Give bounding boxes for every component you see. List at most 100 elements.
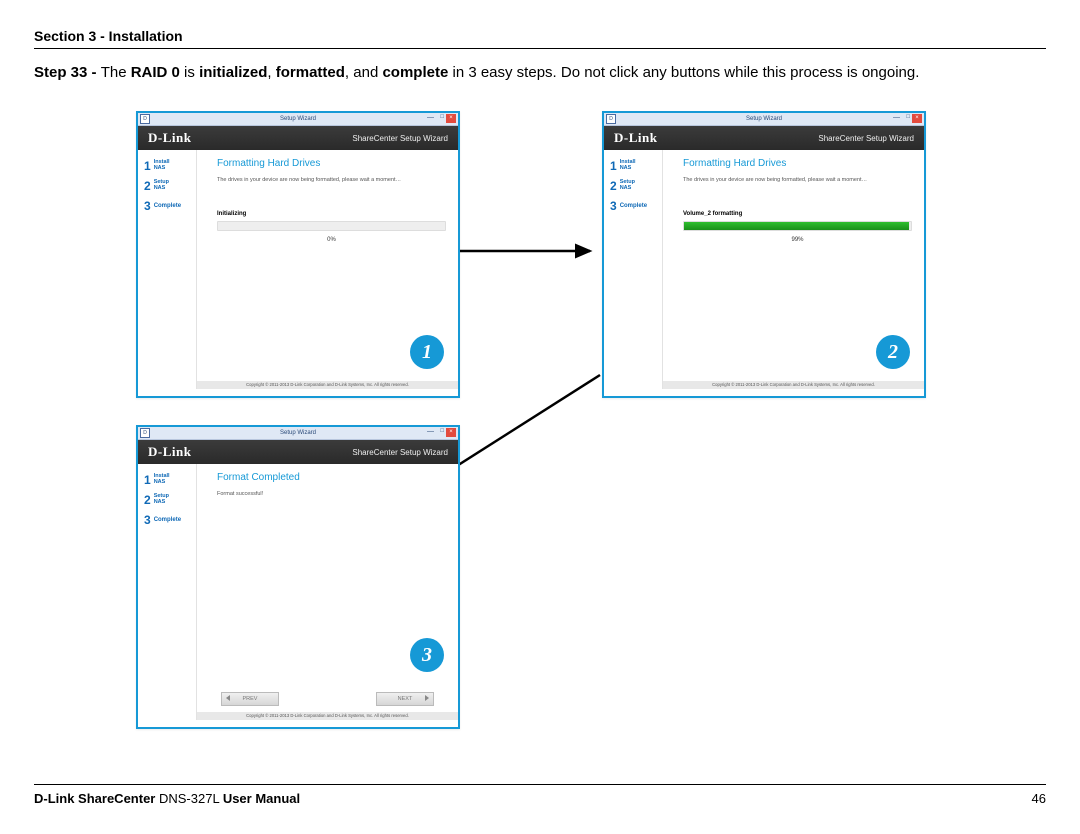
step-bold-4: complete xyxy=(382,64,448,81)
step-bold-1: RAID 0 xyxy=(131,64,180,81)
footer-product: D-Link ShareCenter DNS-327L User Manual xyxy=(34,791,300,806)
maximize-icon[interactable]: □ xyxy=(906,114,910,120)
wizard-screenshot-1: D Setup Wizard — □ × D-Link ShareCenter … xyxy=(136,111,460,398)
status-label: Volume_2 formatting xyxy=(683,211,912,217)
status-label: Initializing xyxy=(217,211,446,217)
wizard-panel: Formatting Hard Drives The drives in you… xyxy=(197,150,458,389)
wizard-panel: Formatting Hard Drives The drives in you… xyxy=(663,150,924,389)
window-titlebar: D Setup Wizard — □ × xyxy=(604,113,924,126)
step-text-2: is xyxy=(180,64,199,81)
sidebar-step-1: 1InstallNAS xyxy=(604,156,662,176)
step-num: 1 xyxy=(610,159,617,173)
step-bold-3: formatted xyxy=(276,64,345,81)
panel-subtext: Format successful! xyxy=(217,491,446,497)
minimize-icon[interactable]: — xyxy=(427,428,434,435)
sidebar-step-2: 2SetupNAS xyxy=(604,176,662,196)
step-text-4: , and xyxy=(345,64,383,81)
step-label-line2: NAS xyxy=(154,480,170,486)
arrow-right-icon xyxy=(425,695,429,701)
panel-subtext: The drives in your device are now being … xyxy=(683,177,912,183)
wizard-footer-copyright: Copyright © 2011-2013 D-Link Corporation… xyxy=(197,381,458,389)
page-footer: D-Link ShareCenter DNS-327L User Manual … xyxy=(34,782,1046,806)
step-num: 3 xyxy=(144,513,151,527)
brand-bar: D-Link ShareCenter Setup Wizard xyxy=(138,126,458,150)
panel-title: Format Completed xyxy=(217,472,446,483)
step-num: 1 xyxy=(144,473,151,487)
footer-product-bold2: User Manual xyxy=(223,791,300,806)
sidebar-step-3: 3Complete xyxy=(138,196,196,216)
footer-product-rest: DNS-327L xyxy=(155,791,222,806)
maximize-icon[interactable]: □ xyxy=(440,114,444,120)
wizard-title: ShareCenter Setup Wizard xyxy=(818,134,914,143)
sidebar-step-1: 1InstallNAS xyxy=(138,156,196,176)
wizard-footer-copyright: Copyright © 2011-2013 D-Link Corporation… xyxy=(197,712,458,720)
footer-product-bold1: D-Link ShareCenter xyxy=(34,791,155,806)
step-num: 2 xyxy=(610,179,617,193)
step-prefix: Step 33 - xyxy=(34,64,101,81)
progress-percent: 0% xyxy=(217,237,446,243)
wizard-steps-sidebar: 1InstallNAS 2SetupNAS 3Complete xyxy=(138,464,197,720)
window-titlebar: D Setup Wizard — □ × xyxy=(138,427,458,440)
sidebar-step-2: 2SetupNAS xyxy=(138,176,196,196)
wizard-footer-copyright: Copyright © 2011-2013 D-Link Corporation… xyxy=(663,381,924,389)
progress-percent: 99% xyxy=(683,237,912,243)
progress-bar xyxy=(217,221,446,231)
sidebar-step-1: 1InstallNAS xyxy=(138,470,196,490)
panel-title: Formatting Hard Drives xyxy=(217,158,446,169)
arrow-left-icon xyxy=(226,695,230,701)
arrow-1-to-2 xyxy=(458,241,600,261)
sidebar-step-2: 2SetupNAS xyxy=(138,490,196,510)
wizard-panel: Format Completed Format successful! 3 PR… xyxy=(197,464,458,720)
titlebar-text: Setup Wizard xyxy=(138,427,458,439)
maximize-icon[interactable]: □ xyxy=(440,428,444,434)
sidebar-step-3: 3Complete xyxy=(604,196,662,216)
minimize-icon[interactable]: — xyxy=(427,114,434,121)
wizard-title: ShareCenter Setup Wizard xyxy=(352,134,448,143)
step-num: 3 xyxy=(144,199,151,213)
step-label-line2: NAS xyxy=(154,186,169,192)
step-label-line1: Complete xyxy=(154,517,181,523)
step-num: 3 xyxy=(610,199,617,213)
step-num: 1 xyxy=(144,159,151,173)
wizard-title: ShareCenter Setup Wizard xyxy=(352,448,448,457)
footer-rule xyxy=(34,784,1046,785)
next-button[interactable]: NEXT xyxy=(376,692,434,706)
sidebar-step-3: 3Complete xyxy=(138,510,196,530)
step-badge: 3 xyxy=(410,638,444,672)
step-label-line1: Complete xyxy=(620,203,647,209)
step-label-line2: NAS xyxy=(620,166,636,172)
dlink-logo: D-Link xyxy=(148,130,191,146)
titlebar-text: Setup Wizard xyxy=(604,113,924,125)
close-icon[interactable]: × xyxy=(446,428,456,437)
close-icon[interactable]: × xyxy=(446,114,456,123)
wizard-steps-sidebar: 1InstallNAS 2SetupNAS 3Complete xyxy=(604,150,663,389)
step-label-line1: Complete xyxy=(154,203,181,209)
close-icon[interactable]: × xyxy=(912,114,922,123)
wizard-screenshot-3: D Setup Wizard — □ × D-Link ShareCenter … xyxy=(136,425,460,729)
progress-bar xyxy=(683,221,912,231)
page-number: 46 xyxy=(1032,791,1046,806)
step-text-1: The xyxy=(101,64,131,81)
dlink-logo: D-Link xyxy=(614,130,657,146)
section-header: Section 3 - Installation xyxy=(34,28,1046,44)
brand-bar: D-Link ShareCenter Setup Wizard xyxy=(138,440,458,464)
step-instruction: Step 33 - The RAID 0 is initialized, for… xyxy=(34,63,1046,83)
window-titlebar: D Setup Wizard — □ × xyxy=(138,113,458,126)
minimize-icon[interactable]: — xyxy=(893,114,900,121)
panel-title: Formatting Hard Drives xyxy=(683,158,912,169)
panel-subtext: The drives in your device are now being … xyxy=(217,177,446,183)
dlink-logo: D-Link xyxy=(148,444,191,460)
wizard-steps-sidebar: 1InstallNAS 2SetupNAS 3Complete xyxy=(138,150,197,389)
step-text-5: in 3 easy steps. Do not click any button… xyxy=(448,64,919,81)
step-text-3: , xyxy=(267,64,275,81)
step-bold-2: initialized xyxy=(199,64,267,81)
step-label-line2: NAS xyxy=(154,500,169,506)
step-label-line2: NAS xyxy=(154,166,170,172)
header-rule xyxy=(34,48,1046,49)
step-num: 2 xyxy=(144,493,151,507)
prev-button[interactable]: PREV xyxy=(221,692,279,706)
progress-fill xyxy=(684,222,909,230)
prev-label: PREV xyxy=(243,696,258,702)
step-badge: 2 xyxy=(876,335,910,369)
wizard-screenshot-2: D Setup Wizard — □ × D-Link ShareCenter … xyxy=(602,111,926,398)
